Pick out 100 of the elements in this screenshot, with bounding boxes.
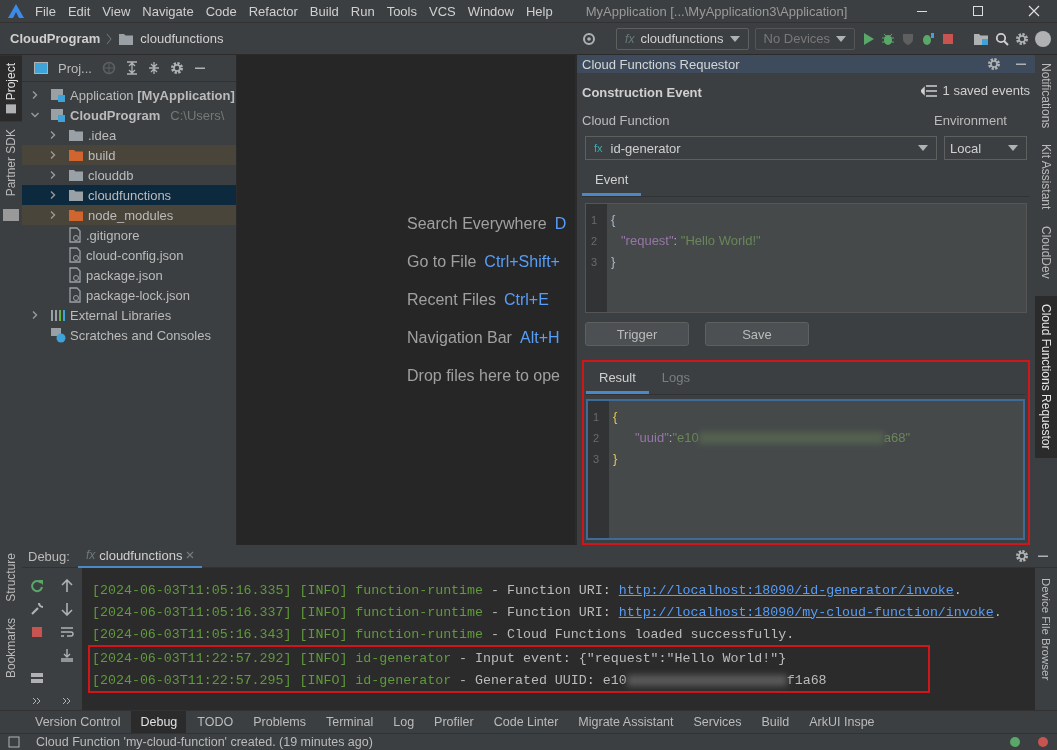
tree-item[interactable]: cloud-config.json bbox=[22, 245, 236, 265]
more-icon[interactable] bbox=[62, 696, 72, 705]
tool-window-tab[interactable]: Debug bbox=[131, 711, 187, 733]
tool-window-tab[interactable]: Version Control bbox=[26, 711, 130, 733]
field-label: Cloud Function bbox=[582, 113, 670, 128]
file-icon bbox=[68, 227, 82, 243]
stop-icon[interactable] bbox=[941, 31, 955, 46]
action-button[interactable]: Save bbox=[705, 322, 809, 346]
tab[interactable]: Event bbox=[582, 164, 642, 196]
status-square-icon[interactable] bbox=[8, 736, 20, 748]
shortcut-text: Alt+H bbox=[519, 329, 560, 347]
log-line: [2024-06-03T11:05:16.335] [INFO] function-runtime - Function URI: http://localhost:18090/id-generator/invoke. bbox=[92, 581, 963, 600]
layout-icon[interactable] bbox=[30, 671, 44, 684]
tool-window-tab[interactable]: Notifications bbox=[1035, 55, 1057, 137]
tree-item[interactable]: node_modules bbox=[22, 205, 236, 225]
dropdown-caret-icon bbox=[918, 145, 928, 151]
run-configuration-dropdown[interactable]: fx cloudfunctions bbox=[616, 27, 749, 50]
tree-item[interactable]: Scratches and Consoles bbox=[22, 325, 236, 345]
tool-window-tab[interactable]: Structure bbox=[0, 545, 22, 610]
saved-list-icon[interactable] bbox=[920, 84, 937, 97]
tool-window-tab[interactable]: Profiler bbox=[425, 711, 483, 733]
collapse-all-icon[interactable] bbox=[147, 61, 160, 75]
function-dropdown[interactable]: fx id-generator bbox=[585, 136, 937, 160]
tool-window-tab[interactable]: ArkUI Inspe bbox=[800, 711, 884, 733]
menu-item[interactable]: Run bbox=[349, 3, 376, 19]
tree-item[interactable]: cloudfunctions bbox=[22, 185, 236, 205]
settings-icon[interactable] bbox=[1015, 31, 1029, 46]
tool-window-tab[interactable]: Build bbox=[752, 711, 799, 733]
environment-dropdown[interactable]: Local bbox=[944, 136, 1027, 160]
bug-icon[interactable] bbox=[881, 31, 895, 46]
tool-window-tab[interactable]: Bookmarks bbox=[0, 609, 22, 686]
action-button[interactable]: Trigger bbox=[585, 322, 689, 346]
menu-item[interactable]: Code bbox=[204, 3, 238, 19]
stop-icon[interactable] bbox=[31, 625, 43, 638]
menu-item[interactable]: Tools bbox=[385, 3, 418, 19]
folder-icon bbox=[68, 128, 84, 142]
expand-all-icon[interactable] bbox=[125, 61, 138, 75]
tree-item[interactable]: .idea bbox=[22, 125, 236, 145]
tool-window-tab[interactable]: Kit Assistant bbox=[1035, 136, 1057, 218]
panel-title[interactable]: Proj... bbox=[58, 60, 92, 76]
window-maximize-icon[interactable] bbox=[972, 5, 984, 17]
menu-item[interactable]: Window bbox=[466, 3, 515, 19]
tool-window-tab[interactable]: TODO bbox=[188, 711, 243, 733]
menu-item[interactable]: Build bbox=[308, 3, 340, 19]
menu-item[interactable]: View bbox=[101, 3, 132, 19]
project-structure-icon[interactable] bbox=[973, 31, 989, 46]
shortcut-text: Ctrl+E bbox=[503, 291, 549, 309]
menu-item[interactable]: Refactor bbox=[247, 3, 299, 19]
down-arrow-icon[interactable] bbox=[61, 601, 73, 616]
tab[interactable]: Result bbox=[586, 362, 649, 394]
tree-item[interactable]: package-lock.json bbox=[22, 285, 236, 305]
panel-title: Debug: bbox=[28, 548, 70, 564]
code-brace: } bbox=[613, 451, 618, 466]
scroll-to-end-icon[interactable] bbox=[60, 647, 74, 662]
search-icon[interactable] bbox=[995, 31, 1009, 46]
more-icon[interactable] bbox=[32, 696, 42, 705]
log-line: [2024-06-03T11:22:57.295] [INFO] id-generator - Generated UUID: e10 f1a68 bbox=[92, 671, 828, 690]
tree-item[interactable]: .gitignore bbox=[22, 225, 236, 245]
tree-item[interactable]: Application [MyApplication] bbox=[22, 85, 236, 105]
library-icon bbox=[50, 308, 66, 322]
folder-icon bbox=[68, 148, 84, 162]
settings-icon[interactable] bbox=[987, 57, 1001, 71]
error-icon[interactable] bbox=[1037, 736, 1049, 748]
url-link[interactable]: http://localhost:18090/id-generator/invoke bbox=[618, 582, 954, 598]
tool-window-tab[interactable]: Problems bbox=[244, 711, 315, 733]
tree-item[interactable]: External Libraries bbox=[22, 305, 236, 325]
run-icon[interactable] bbox=[861, 31, 875, 46]
up-arrow-icon[interactable] bbox=[61, 578, 73, 593]
wrench-icon[interactable] bbox=[30, 601, 44, 616]
breadcrumb[interactable]: cloudfunctions bbox=[140, 31, 224, 46]
tool-window-tab[interactable]: Cloud Functions Requestor bbox=[1035, 296, 1057, 458]
tool-window-tab[interactable]: Terminal bbox=[317, 711, 383, 733]
menu-item[interactable]: File bbox=[34, 3, 57, 19]
menu-item[interactable]: Help bbox=[524, 3, 554, 19]
tree-item[interactable]: package.json bbox=[22, 265, 236, 285]
panel-title: Cloud Functions Requestor bbox=[582, 56, 740, 72]
avatar-icon[interactable] bbox=[1035, 30, 1051, 47]
welcome-hint: Drop files here to ope bbox=[407, 367, 560, 385]
rerun-icon[interactable] bbox=[30, 578, 44, 593]
tool-window-tab[interactable]: Project bbox=[0, 55, 22, 122]
tree-item[interactable]: clouddb bbox=[22, 165, 236, 185]
line-number: 3 bbox=[592, 451, 601, 467]
soft-wrap-icon[interactable] bbox=[60, 625, 74, 638]
menu-item[interactable]: Edit bbox=[66, 3, 92, 19]
target-icon[interactable] bbox=[582, 31, 597, 46]
tool-window-tab[interactable]: Log bbox=[384, 711, 424, 733]
tool-window-tab[interactable]: Migrate Assistant bbox=[569, 711, 683, 733]
settings-icon[interactable] bbox=[1015, 549, 1029, 563]
settings-icon[interactable] bbox=[169, 61, 184, 75]
menu-item[interactable]: VCS bbox=[428, 3, 457, 19]
saved-events-link[interactable]: 1 saved events bbox=[942, 83, 1030, 98]
tree-item[interactable]: build bbox=[22, 145, 236, 165]
tool-window-tab[interactable]: Code Linter bbox=[484, 711, 568, 733]
menu-item[interactable]: Navigate bbox=[141, 3, 195, 19]
tool-window-tab[interactable]: CloudDev bbox=[1035, 217, 1057, 287]
url-link[interactable]: http://localhost:18090/my-cloud-function/invoke bbox=[618, 604, 994, 620]
tool-window-tab[interactable]: Partner SDK bbox=[0, 121, 22, 205]
tree-item[interactable]: CloudProgram C:\Users\ bbox=[22, 105, 236, 125]
breadcrumb[interactable]: CloudProgram bbox=[10, 31, 101, 46]
tool-window-tab[interactable]: Services bbox=[684, 711, 751, 733]
